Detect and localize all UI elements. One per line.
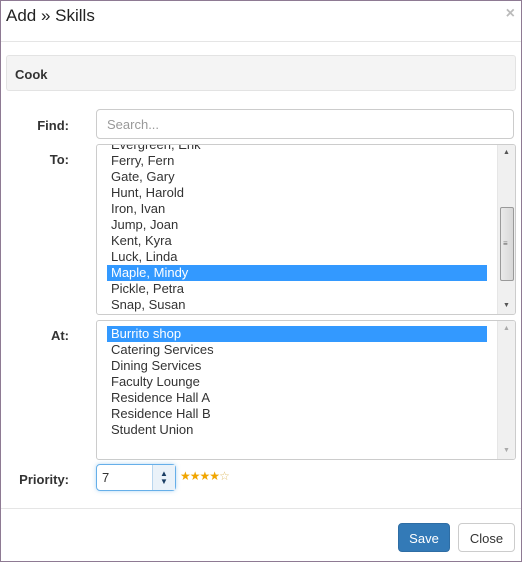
search-input[interactable] <box>96 109 514 139</box>
save-button[interactable]: Save <box>398 523 450 552</box>
star-filled-icon: ★ <box>189 469 201 483</box>
find-label: Find: <box>37 118 69 133</box>
to-option[interactable]: Snap, Susan <box>107 297 487 313</box>
to-option[interactable]: Maple, Mindy <box>107 265 487 281</box>
priority-rating: ★★★★☆ <box>180 469 230 483</box>
at-options: Burrito shop Catering Services Dining Serv… <box>107 326 487 438</box>
to-listbox[interactable]: Evergreen, Erik Ferry, Fern Gate, Gary Hunt… <box>96 144 516 315</box>
to-option[interactable]: Luck, Linda <box>107 249 487 265</box>
star-filled-icon: ★ <box>199 469 211 483</box>
skill-name: Cook <box>15 67 48 82</box>
to-option[interactable]: Gate, Gary <box>107 169 487 185</box>
to-option[interactable]: Iron, Ivan <box>107 201 487 217</box>
scroll-down-icon[interactable]: ▼ <box>498 443 515 459</box>
star-empty-icon: ☆ <box>219 469 230 483</box>
to-label: To: <box>49 152 69 167</box>
to-option[interactable]: Kent, Kyra <box>107 233 487 249</box>
at-option[interactable]: Burrito shop <box>107 326 487 342</box>
to-options: Evergreen, Erik Ferry, Fern Gate, Gary Hunt… <box>107 145 487 313</box>
at-option[interactable]: Dining Services <box>107 358 487 374</box>
at-listbox[interactable]: Burrito shop Catering Services Dining Serv… <box>96 320 516 460</box>
priority-stepper[interactable]: 7 ▲ ▼ <box>96 464 176 491</box>
to-option[interactable]: Hunt, Harold <box>107 185 487 201</box>
close-icon[interactable]: × <box>506 5 515 23</box>
at-option[interactable]: Residence Hall A <box>107 390 487 406</box>
scroll-down-icon[interactable]: ▼ <box>498 298 515 314</box>
at-option[interactable]: Catering Services <box>107 342 487 358</box>
to-option[interactable]: Ferry, Fern <box>107 153 487 169</box>
to-option[interactable]: Evergreen, Erik <box>107 145 487 153</box>
dialog-footer-divider <box>1 508 521 509</box>
at-option[interactable]: Student Union <box>107 422 487 438</box>
dialog-title: Add » Skills <box>6 6 95 25</box>
priority-value[interactable]: 7 <box>102 470 109 485</box>
at-scrollbar[interactable]: ▲ ▼ <box>497 321 515 459</box>
at-option[interactable]: Residence Hall B <box>107 406 487 422</box>
star-filled-icon: ★ <box>209 469 220 483</box>
at-label: At: <box>50 328 69 343</box>
close-button[interactable]: Close <box>458 523 515 552</box>
to-scrollbar[interactable]: ▲ ≡ ▼ <box>497 145 515 314</box>
to-option[interactable]: Jump, Joan <box>107 217 487 233</box>
scroll-up-icon[interactable]: ▲ <box>498 145 515 161</box>
to-option[interactable]: Pickle, Petra <box>107 281 487 297</box>
add-skills-dialog: Add » Skills × Cook Find: To: Evergreen,… <box>0 0 522 562</box>
dialog-header: Add » Skills × <box>1 1 521 42</box>
star-filled-icon: ★ <box>180 469 191 483</box>
skill-name-well: Cook <box>6 55 516 91</box>
scroll-up-icon[interactable]: ▲ <box>498 321 515 337</box>
stepper-arrows-icon[interactable]: ▲ ▼ <box>152 465 175 490</box>
at-option[interactable]: Faculty Lounge <box>107 374 487 390</box>
scroll-thumb[interactable]: ≡ <box>500 207 514 281</box>
priority-label: Priority: <box>19 472 69 487</box>
